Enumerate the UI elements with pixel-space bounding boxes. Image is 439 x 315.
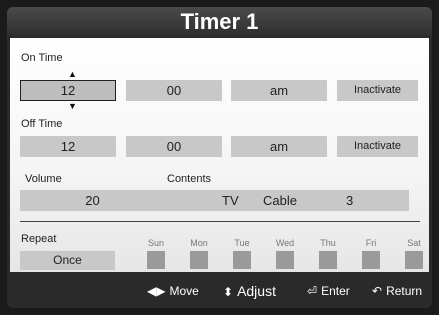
off-time-hour-field[interactable]: 12	[20, 136, 116, 157]
day-label-tue: Tue	[234, 238, 250, 248]
contents-channel: 3	[346, 193, 354, 208]
repeat-label: Repeat	[21, 233, 57, 245]
volume-label: Volume	[25, 173, 62, 185]
day-label-fri: Fri	[365, 238, 377, 248]
day-checkbox-sat[interactable]	[405, 251, 423, 269]
contents-field[interactable]: TV Cable 3	[165, 190, 409, 211]
day-label-mon: Mon	[190, 238, 208, 248]
day-label-sat: Sat	[407, 238, 421, 248]
on-time-minute-field[interactable]: 00	[126, 80, 222, 101]
day-label-wed: Wed	[275, 238, 295, 248]
off-time-label: Off Time	[21, 118, 63, 130]
adjust-hint: ⬍ Adjust	[223, 283, 276, 300]
decrease-arrow-icon[interactable]: ▼	[68, 102, 77, 111]
day-checkbox-mon[interactable]	[190, 251, 208, 269]
day-checkbox-thu[interactable]	[319, 251, 337, 269]
left-right-arrows-icon: ◀▶	[147, 284, 166, 298]
contents-source: TV	[222, 193, 239, 208]
enter-hint-label: Enter	[321, 284, 350, 298]
enter-hint: ⏎ Enter	[307, 283, 350, 299]
repeat-field[interactable]: Once	[20, 251, 115, 270]
off-time-status-field[interactable]: Inactivate	[337, 136, 418, 157]
move-hint: ◀▶ Move	[147, 283, 199, 299]
day-checkbox-tue[interactable]	[233, 251, 251, 269]
on-time-ampm-field[interactable]: am	[231, 80, 327, 101]
dialog-title: Timer 1	[7, 7, 432, 36]
section-divider	[20, 221, 420, 222]
timer-panel: On Time ▲ 12 ▼ 00 am Inactivate Off Time…	[10, 38, 429, 272]
day-checkbox-fri[interactable]	[362, 251, 380, 269]
off-time-minute-field[interactable]: 00	[126, 136, 222, 157]
off-time-ampm-field[interactable]: am	[231, 136, 327, 157]
volume-field[interactable]: 20	[20, 190, 165, 211]
timer-dialog: Timer 1 On Time ▲ 12 ▼ 00 am Inactivate …	[7, 7, 432, 308]
day-label-thu: Thu	[320, 238, 336, 248]
move-hint-label: Move	[169, 284, 199, 298]
return-hint: ↶ Return	[372, 283, 422, 299]
day-checkbox-wed[interactable]	[276, 251, 294, 269]
day-checkbox-sun[interactable]	[147, 251, 165, 269]
enter-icon: ⏎	[307, 284, 318, 298]
contents-label: Contents	[167, 173, 212, 185]
increase-arrow-icon[interactable]: ▲	[68, 70, 77, 79]
on-time-hour-field[interactable]: 12	[20, 80, 116, 101]
day-label-sun: Sun	[147, 238, 164, 248]
up-down-arrows-icon: ⬍	[223, 285, 234, 299]
return-hint-label: Return	[386, 284, 423, 298]
return-icon: ↶	[372, 284, 383, 298]
contents-antenna: Cable	[263, 193, 297, 208]
on-time-label: On Time	[21, 52, 63, 64]
adjust-hint-label: Adjust	[237, 283, 276, 299]
button-guide-bar: ◀▶ Move ⬍ Adjust ⏎ Enter ↶ Return	[7, 275, 432, 308]
on-time-status-field[interactable]: Inactivate	[337, 80, 418, 101]
